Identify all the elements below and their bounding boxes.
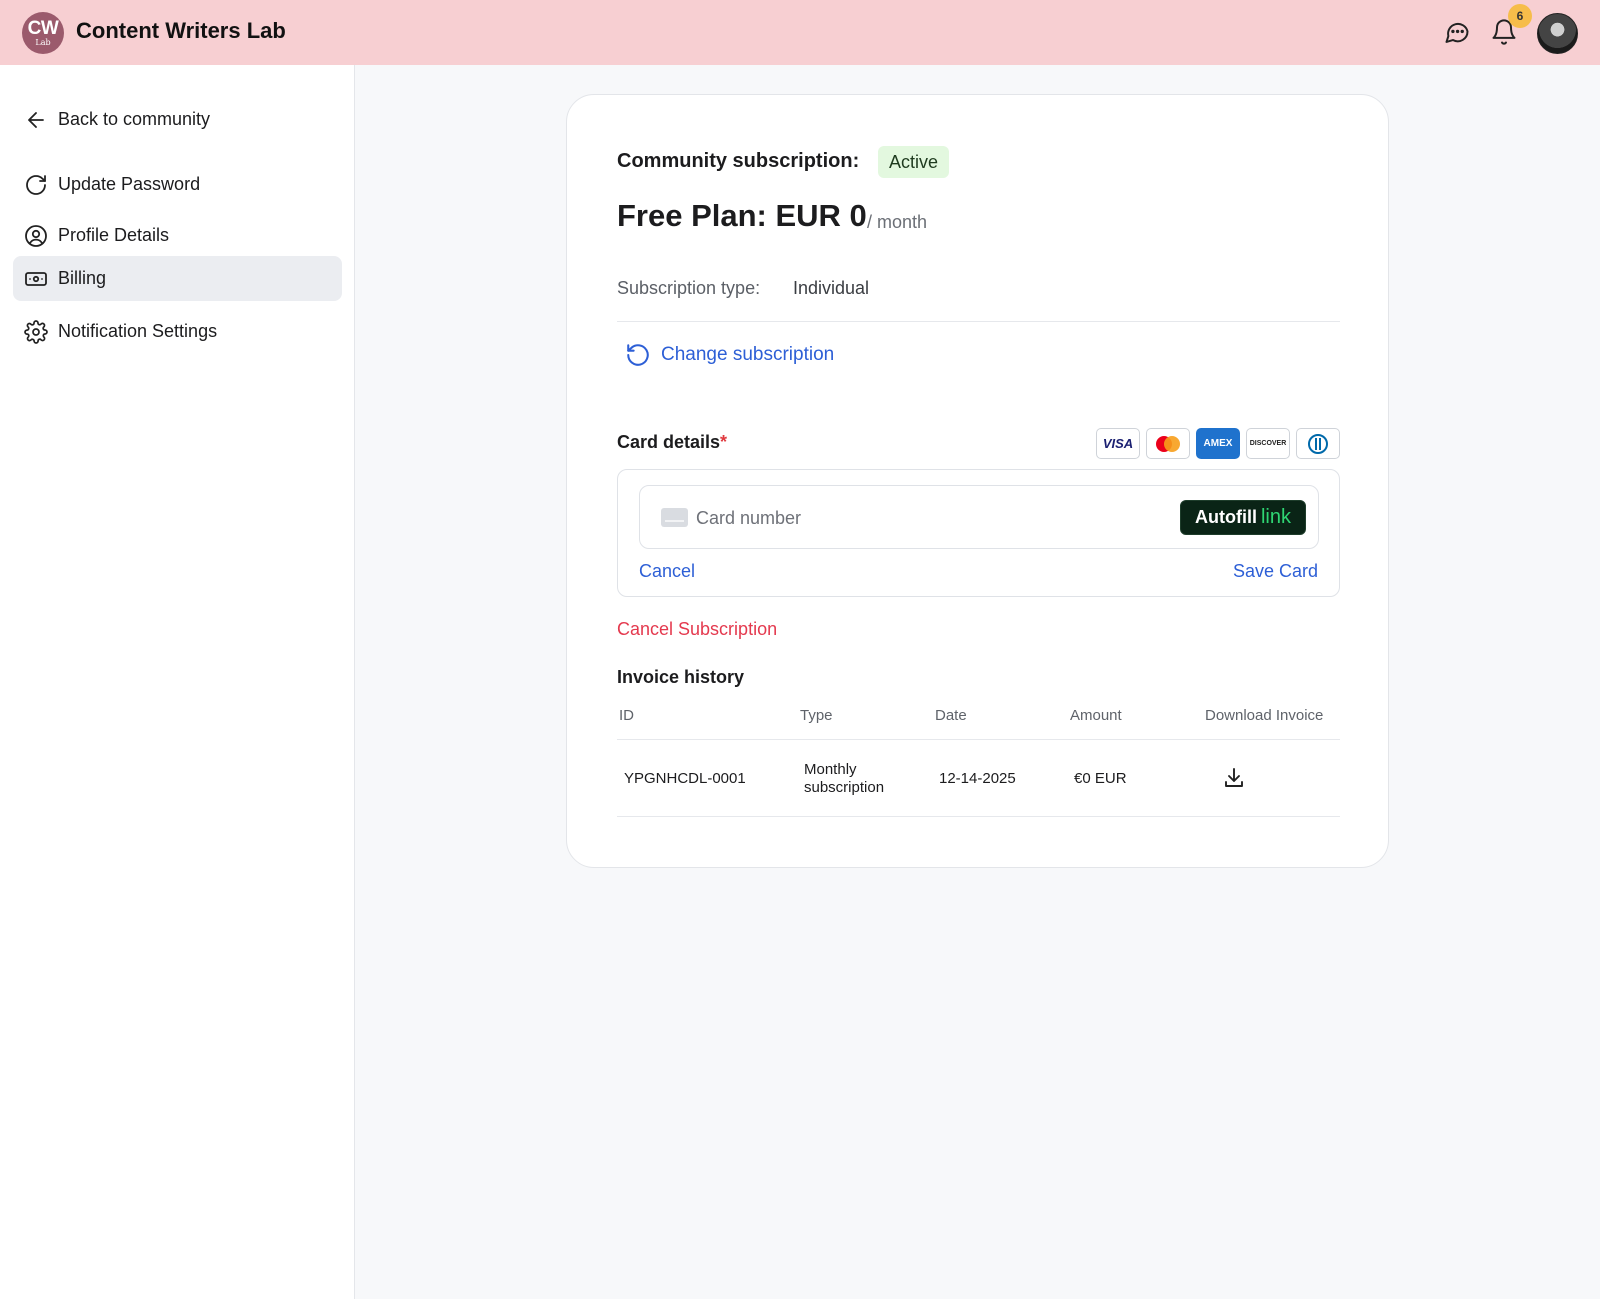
column-header-download: Download Invoice <box>1205 707 1324 724</box>
invoice-date: 12-14-2025 <box>939 770 1016 787</box>
subscription-label: Community subscription: <box>617 150 860 172</box>
settings-sidebar: Back to community Update Password Profil… <box>0 65 355 1299</box>
back-to-community-link[interactable]: Back to community <box>13 97 342 142</box>
sidebar-item-label: Notification Settings <box>58 321 218 341</box>
sidebar-item-label: Update Password <box>58 174 201 194</box>
sidebar-item-billing[interactable]: Billing <box>13 256 342 301</box>
mastercard-icon <box>1146 428 1190 459</box>
status-badge: Active <box>878 146 950 178</box>
plan-period: / month <box>867 212 928 232</box>
column-header-id: ID <box>619 707 634 724</box>
logo-subtext: Lab <box>35 38 51 47</box>
billing-panel: Community subscription: Active Free Plan… <box>566 94 1389 868</box>
plan-title: Free Plan: EUR 0 <box>617 198 867 233</box>
subscription-type-label: Subscription type: <box>617 278 761 298</box>
chat-icon[interactable] <box>1443 18 1471 46</box>
subscription-type-value: Individual <box>793 278 870 298</box>
rotate-ccw-icon <box>627 344 649 366</box>
community-title[interactable]: Content Writers Lab <box>76 18 286 44</box>
download-icon[interactable] <box>1222 765 1246 791</box>
sidebar-item-label: Billing <box>58 268 107 288</box>
column-header-amount: Amount <box>1070 707 1122 724</box>
autofill-link-button[interactable]: Autofill link <box>1180 500 1306 535</box>
discover-icon: DISCOVER <box>1246 428 1290 459</box>
invoice-type: Monthly subscription <box>804 761 885 796</box>
card-brands: VISA AMEX DISCOVER <box>1096 428 1340 459</box>
sidebar-item-update-password[interactable]: Update Password <box>13 162 342 207</box>
community-logo[interactable]: CW Lab <box>22 12 64 54</box>
invoice-id: YPGNHCDL-0001 <box>624 770 746 787</box>
amex-icon: AMEX <box>1196 428 1240 459</box>
logo-text: CW <box>27 18 59 39</box>
arrow-left-icon <box>28 111 44 128</box>
card-number-field[interactable]: Autofilllink <box>639 485 1319 549</box>
top-bar: CW Lab Content Writers Lab 6 <box>0 0 1600 65</box>
save-card-button[interactable]: Save Card <box>1233 561 1318 582</box>
column-header-type: Type <box>800 707 833 724</box>
sidebar-item-label: Profile Details <box>58 225 170 245</box>
sidebar-item-notification-settings[interactable]: Notification Settings <box>13 309 342 354</box>
invoice-history-title: Invoice history <box>617 667 745 687</box>
column-header-date: Date <box>935 707 967 724</box>
cancel-card-button[interactable]: Cancel <box>639 561 695 582</box>
user-avatar[interactable] <box>1537 13 1578 54</box>
credit-card-icon <box>661 508 688 527</box>
table-header-divider <box>617 739 1340 740</box>
gear-icon <box>24 319 48 344</box>
diners-club-icon <box>1296 428 1340 459</box>
change-subscription-label: Change subscription <box>661 344 835 365</box>
change-subscription-button[interactable]: Change subscription <box>625 342 834 368</box>
invoice-amount: €0 EUR <box>1074 770 1127 787</box>
back-to-community-label: Back to community <box>58 109 211 129</box>
card-details-label: Card details* <box>617 432 728 452</box>
banknote-icon <box>25 271 47 286</box>
cancel-subscription-button[interactable]: Cancel Subscription <box>617 619 777 640</box>
refresh-icon <box>26 174 46 195</box>
card-number-input[interactable] <box>696 504 1156 532</box>
visa-icon: VISA <box>1096 428 1140 459</box>
card-entry-form: Autofilllink Cancel Save Card <box>617 469 1340 597</box>
divider <box>617 321 1340 322</box>
user-circle-icon <box>25 224 47 247</box>
sidebar-item-profile-details[interactable]: Profile Details <box>13 213 342 258</box>
notification-count-badge: 6 <box>1508 4 1532 28</box>
required-mark: * <box>720 432 728 452</box>
table-row-divider <box>617 816 1340 817</box>
